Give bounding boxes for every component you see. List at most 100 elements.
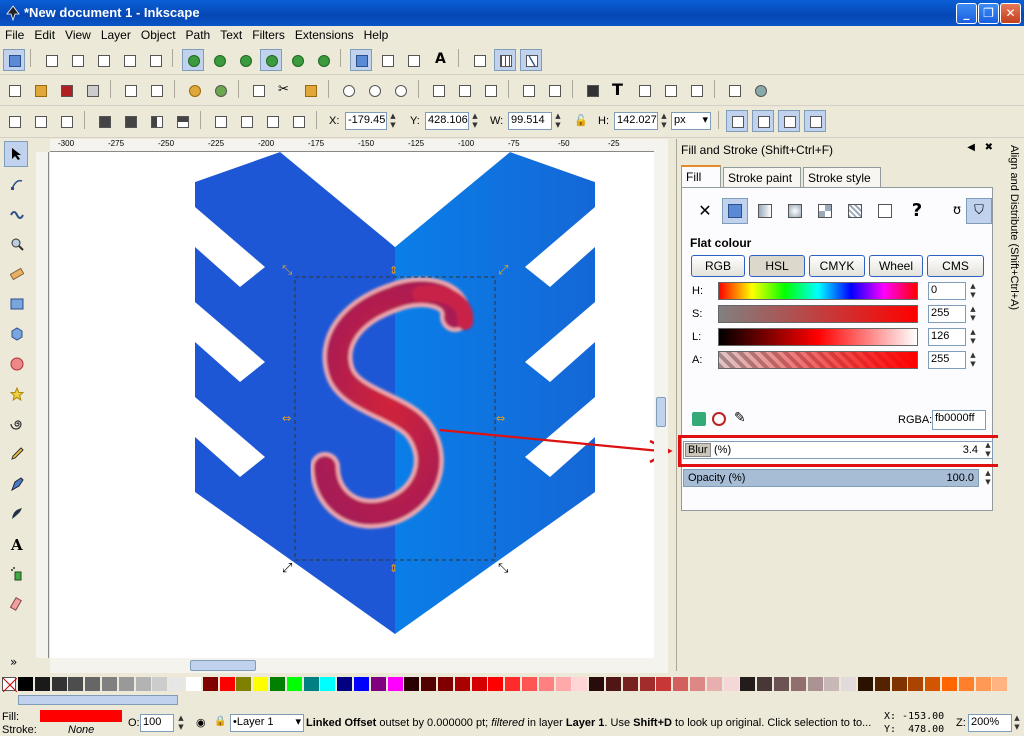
color-swatch[interactable]: [706, 677, 722, 691]
color-swatch[interactable]: [186, 677, 201, 691]
eyedropper-icon[interactable]: ✎: [734, 410, 746, 426]
unset-paint-button[interactable]: [872, 198, 898, 224]
color-swatch[interactable]: [421, 677, 437, 691]
color-swatch[interactable]: [790, 677, 806, 691]
color-swatch[interactable]: [404, 677, 420, 691]
tab-stroke-paint[interactable]: Stroke paint: [723, 167, 801, 187]
color-swatch[interactable]: [337, 677, 353, 691]
color-swatch[interactable]: [740, 677, 756, 691]
color-swatch[interactable]: [891, 677, 907, 691]
color-swatch[interactable]: [236, 677, 252, 691]
pattern-button[interactable]: [812, 198, 838, 224]
out-of-gamut-icon[interactable]: [712, 412, 726, 426]
color-swatch[interactable]: [34, 677, 50, 691]
no-color-swatch[interactable]: [2, 677, 18, 693]
color-swatch[interactable]: [219, 677, 235, 691]
color-swatch[interactable]: [774, 677, 789, 691]
fill-indicator[interactable]: [40, 710, 122, 722]
color-swatch[interactable]: [505, 677, 521, 691]
saturation-slider[interactable]: [718, 305, 918, 323]
color-swatch[interactable]: [522, 677, 537, 691]
color-swatch[interactable]: [673, 677, 689, 691]
opacity-status-input[interactable]: 100: [140, 714, 174, 732]
color-swatch[interactable]: [320, 677, 336, 691]
vertical-scrollbar[interactable]: [654, 139, 668, 658]
color-swatch[interactable]: [824, 677, 840, 691]
color-swatch[interactable]: [622, 677, 638, 691]
layer-select[interactable]: •Layer 1 ▾: [230, 714, 304, 732]
color-swatch[interactable]: [992, 677, 1008, 691]
eye-icon[interactable]: ◉: [196, 716, 206, 729]
color-swatch[interactable]: [438, 677, 453, 691]
color-swatch[interactable]: [454, 677, 470, 691]
scroll-thumb[interactable]: [656, 397, 666, 427]
align-distribute-tab[interactable]: Align and Distribute (Shift+Ctrl+A): [1002, 145, 1020, 325]
color-swatch[interactable]: [723, 677, 739, 691]
color-swatch[interactable]: [656, 677, 672, 691]
color-swatch[interactable]: [757, 677, 773, 691]
tab-fill[interactable]: Fill: [681, 165, 721, 187]
color-swatch[interactable]: [51, 677, 67, 691]
rgba-input[interactable]: fb0000ff: [932, 410, 986, 430]
horizontal-scrollbar[interactable]: [50, 658, 668, 673]
color-swatch[interactable]: [858, 677, 873, 691]
saturation-spin-arrows[interactable]: ▲ ▼: [968, 305, 978, 323]
color-swatch[interactable]: [169, 677, 185, 691]
color-swatch[interactable]: [387, 677, 403, 691]
saturation-input[interactable]: 255: [928, 305, 966, 323]
unknown-paint-button[interactable]: ?: [904, 198, 930, 224]
color-swatch[interactable]: [85, 677, 101, 691]
color-swatch[interactable]: [589, 677, 605, 691]
color-swatch[interactable]: [807, 677, 823, 691]
color-swatch[interactable]: [270, 677, 285, 691]
panel-iconify-button[interactable]: ◀: [967, 142, 975, 153]
color-swatch[interactable]: [471, 677, 487, 691]
alpha-slider[interactable]: [718, 351, 918, 369]
alpha-spin-arrows[interactable]: ▲ ▼: [968, 351, 978, 369]
color-swatch[interactable]: [202, 677, 218, 691]
tab-stroke-style[interactable]: Stroke style: [803, 167, 881, 187]
opacity-status-spin-arrows[interactable]: ▲ ▼: [176, 714, 186, 732]
hsl-mode-button[interactable]: HSL: [749, 255, 805, 277]
alpha-input[interactable]: 255: [928, 351, 966, 369]
zoom-spin-arrows[interactable]: ▲ ▼: [1012, 714, 1022, 732]
color-swatch[interactable]: [488, 677, 504, 691]
color-swatch[interactable]: [253, 677, 269, 691]
color-swatch[interactable]: [303, 677, 319, 691]
color-swatch[interactable]: [975, 677, 991, 691]
color-swatch[interactable]: [102, 677, 117, 691]
hue-spin-arrows[interactable]: ▲ ▼: [968, 282, 978, 300]
color-swatch[interactable]: [286, 677, 302, 691]
hue-input[interactable]: 0: [928, 282, 966, 300]
color-swatch[interactable]: [152, 677, 168, 691]
color-swatch[interactable]: [572, 677, 588, 691]
color-swatch[interactable]: [925, 677, 941, 691]
no-paint-button[interactable]: ✕: [692, 198, 718, 224]
color-swatch[interactable]: [370, 677, 386, 691]
lightness-input[interactable]: 126: [928, 328, 966, 346]
color-swatch[interactable]: [908, 677, 924, 691]
color-swatch[interactable]: [841, 677, 857, 691]
stroke-indicator[interactable]: None: [68, 724, 94, 736]
lightness-slider[interactable]: [718, 328, 918, 346]
lock-layer-icon[interactable]: 🔒: [214, 716, 226, 727]
color-swatch[interactable]: [942, 677, 957, 691]
panel-close-button[interactable]: ✖: [985, 142, 993, 153]
scroll-thumb[interactable]: [190, 660, 256, 671]
color-swatch[interactable]: [874, 677, 890, 691]
linear-gradient-button[interactable]: [752, 198, 778, 224]
color-swatch[interactable]: [135, 677, 151, 691]
cmyk-mode-button[interactable]: CMYK: [809, 255, 865, 277]
opacity-spin-arrows[interactable]: ▲ ▼: [983, 469, 993, 487]
radial-gradient-button[interactable]: [782, 198, 808, 224]
color-swatch[interactable]: [538, 677, 554, 691]
wheel-mode-button[interactable]: Wheel: [869, 255, 923, 277]
lightness-spin-arrows[interactable]: ▲ ▼: [968, 328, 978, 346]
hue-slider[interactable]: [718, 282, 918, 300]
color-swatch[interactable]: [354, 677, 369, 691]
color-managed-icon[interactable]: [692, 412, 706, 426]
scroll-thumb[interactable]: [18, 695, 178, 705]
rgb-mode-button[interactable]: RGB: [691, 255, 745, 277]
color-swatch[interactable]: [639, 677, 655, 691]
color-swatch[interactable]: [555, 677, 571, 691]
